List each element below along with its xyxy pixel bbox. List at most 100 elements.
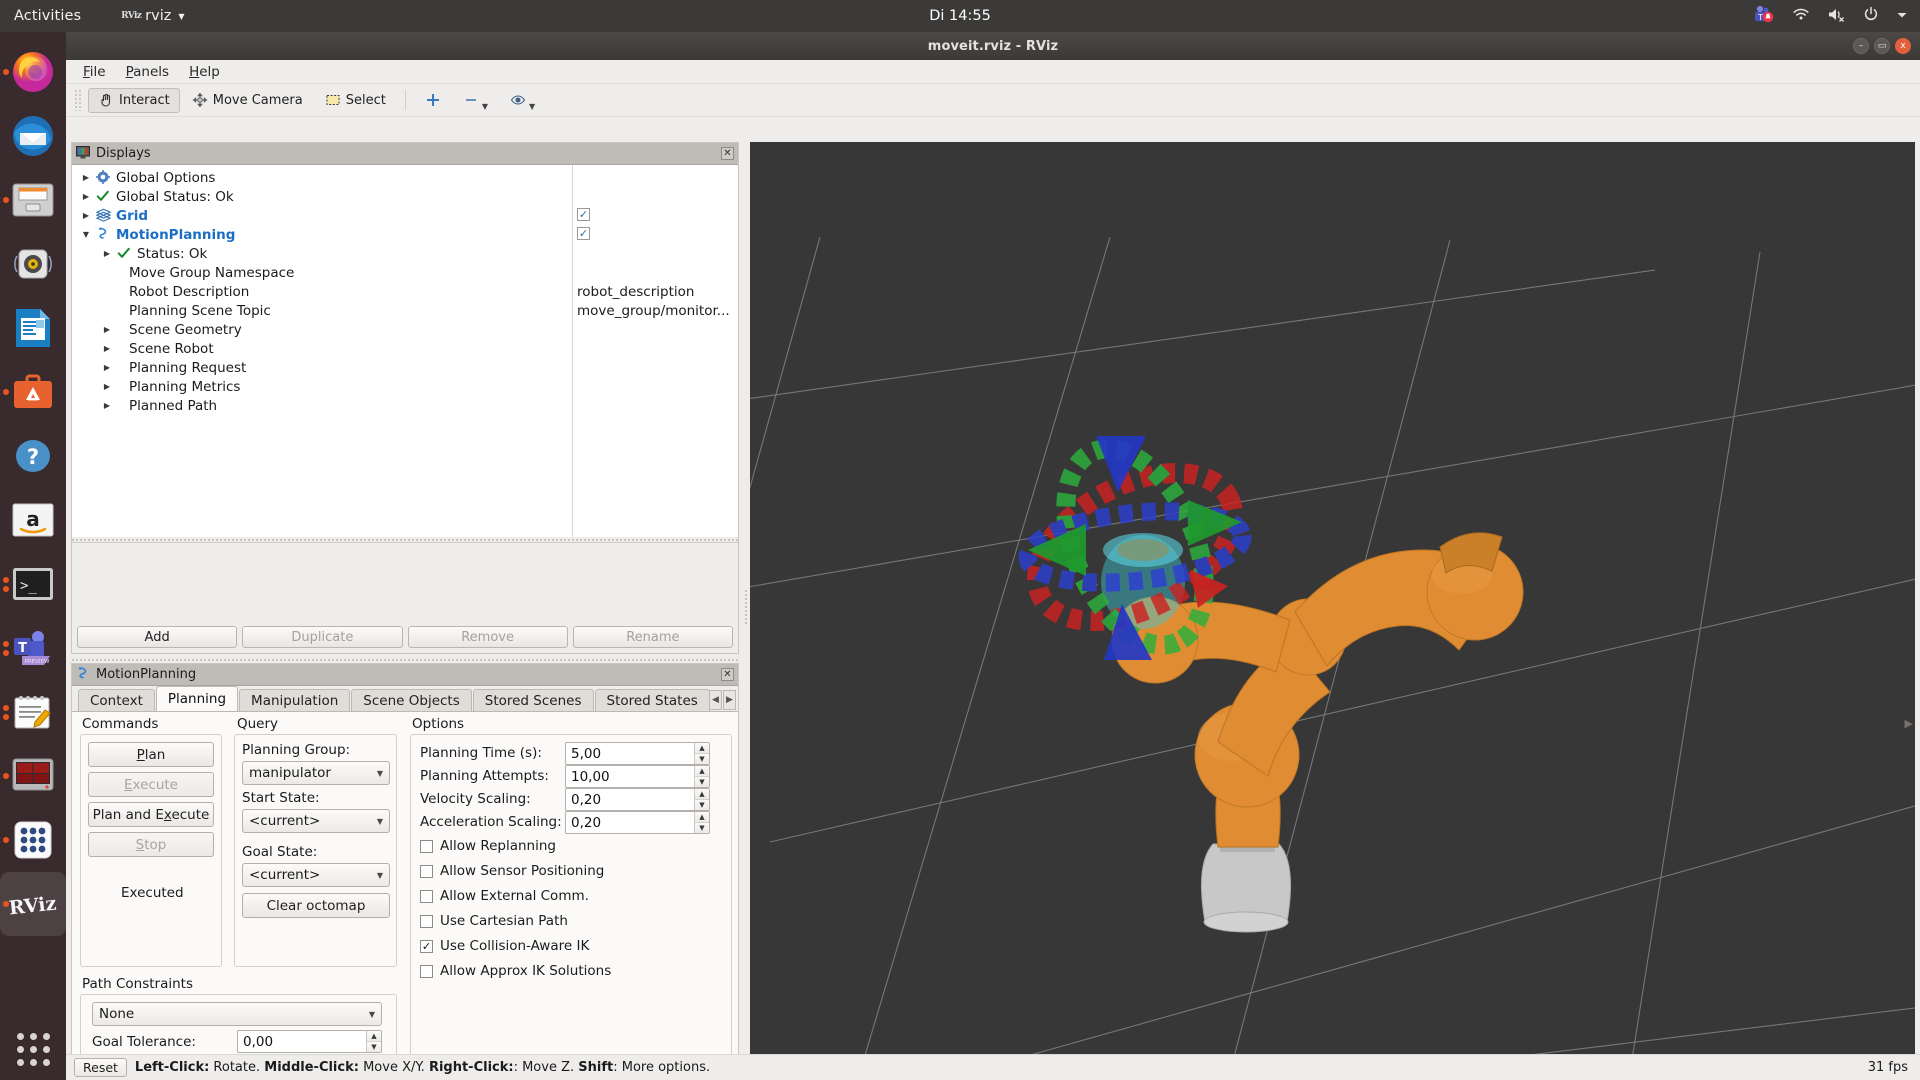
close-icon[interactable]: ✕ [721,147,734,160]
tab-scroll-prev[interactable]: ◀ [709,690,722,710]
display-tree-row[interactable]: Global Status: Ok [72,187,738,206]
spinner-up-icon[interactable]: ▲ [695,766,709,777]
option-checkbox[interactable]: Allow Approx IK Solutions [420,963,611,979]
menu-help[interactable]: Help [180,62,229,82]
spinner-down-icon[interactable]: ▼ [695,823,709,833]
spinner-buttons[interactable]: ▲ ▼ [694,766,709,787]
tool-focus[interactable]: ▼ [500,88,545,113]
chevron-right-icon[interactable] [101,325,113,334]
stop-button[interactable]: Stop [88,832,214,857]
spinner-down-icon[interactable]: ▼ [695,777,709,787]
plan-button[interactable]: Plan [88,742,214,767]
chevron-right-icon[interactable] [101,401,113,410]
tab-context[interactable]: Context [78,689,155,711]
dock-item-teams[interactable]: T PREVIEW [0,616,66,680]
clock[interactable]: Di 14:55 [929,8,991,24]
volume-muted-icon[interactable] [1827,7,1846,26]
display-enabled-checkbox[interactable] [577,227,590,240]
display-tree-row[interactable]: Global Options [72,168,738,187]
spinner-down-icon[interactable]: ▼ [695,800,709,810]
menu-file[interactable]: File [74,62,115,82]
teams-notification-icon[interactable]: T [1753,5,1775,27]
chevron-down-icon[interactable]: ▼ [529,102,535,112]
duplicate-display-button[interactable]: Duplicate [242,626,403,648]
chevron-right-icon[interactable] [80,211,92,220]
app-menu[interactable]: RViz rviz ▼ [121,8,184,24]
display-tree-value[interactable]: robot_description [577,284,694,300]
dock-item-help[interactable]: ? [0,424,66,488]
display-tree-row[interactable]: Scene Geometry [72,320,738,339]
tab-stored-states[interactable]: Stored States [594,689,710,711]
option-checkbox[interactable]: Allow Replanning [420,838,556,854]
chevron-down-icon[interactable]: ▼ [482,102,488,112]
chevron-right-icon[interactable] [80,173,92,182]
start-state-select[interactable]: <current> ▼ [242,809,390,833]
power-icon[interactable] [1863,6,1879,26]
tab-scroll-next[interactable]: ▶ [723,690,736,710]
option-checkbox[interactable]: Allow Sensor Positioning [420,863,604,879]
display-tree-row[interactable]: Scene Robot [72,339,738,358]
dock-item-rhythmbox[interactable] [0,232,66,296]
rename-display-button[interactable]: Rename [572,626,733,648]
close-button[interactable]: x [1895,38,1911,54]
tool-interact[interactable]: Interact [88,87,180,113]
collapse-right-arrow[interactable]: ▶ [1905,717,1913,730]
dock-item-gazebo[interactable] [0,744,66,808]
chevron-right-icon[interactable] [101,249,113,258]
display-tree-value[interactable]: move_group/monitor... [577,303,730,319]
dock-item-rviz[interactable]: RViz [0,872,66,936]
tab-planning[interactable]: Planning [155,686,239,711]
display-tree-row[interactable]: Status: Ok [72,244,738,263]
display-tree-row[interactable]: Planning Metrics [72,377,738,396]
tool-remove[interactable]: ▼ [453,88,498,113]
display-tree-row[interactable]: Robot Description robot_description [72,282,738,301]
display-tree-row[interactable]: Planning Request [72,358,738,377]
spinner-buttons[interactable]: ▲ ▼ [366,1031,381,1052]
spinner-up-icon[interactable]: ▲ [367,1031,381,1042]
chevron-right-icon[interactable] [80,192,92,201]
chevron-right-icon[interactable] [101,344,113,353]
displays-tree[interactable]: Global Options Global Status: Ok Grid Motio… [72,165,738,537]
close-icon[interactable]: ✕ [721,668,734,681]
goal-tolerance-input[interactable]: 0,00 ▲ ▼ [237,1030,382,1053]
tool-add[interactable] [415,88,451,113]
spinner-up-icon[interactable]: ▲ [695,789,709,800]
plan-and-execute-button[interactable]: Plan and Execute [88,802,214,827]
option-spinbox[interactable]: 5,00 ▲ ▼ [565,742,710,765]
option-checkbox[interactable]: Allow External Comm. [420,888,589,904]
chevron-down-icon[interactable] [80,230,92,239]
spinner-down-icon[interactable]: ▼ [695,754,709,764]
display-tree-row[interactable]: Planning Scene Topic move_group/monitor..… [72,301,738,320]
dock-item-firefox[interactable] [0,40,66,104]
dock-item-ubuntu-software[interactable] [0,360,66,424]
spinner-buttons[interactable]: ▲ ▼ [694,812,709,833]
dock-item-files[interactable] [0,168,66,232]
activities-button[interactable]: Activities [14,8,81,24]
option-spinbox[interactable]: 0,20 ▲ ▼ [565,811,710,834]
planning-group-select[interactable]: manipulator ▼ [242,761,390,785]
remove-display-button[interactable]: Remove [407,626,568,648]
spinner-buttons[interactable]: ▲ ▼ [694,789,709,810]
chevron-down-icon[interactable] [1896,8,1908,24]
3d-render-view[interactable]: ▶ [750,142,1915,1072]
spinner-up-icon[interactable]: ▲ [695,743,709,754]
toolbar-grip[interactable] [74,89,82,111]
goal-state-select[interactable]: <current> ▼ [242,863,390,887]
dock-item-rqt[interactable] [0,808,66,872]
path-constraints-select[interactable]: None ▼ [92,1002,382,1026]
chevron-right-icon[interactable] [101,363,113,372]
dock-item-libreoffice-writer[interactable] [0,296,66,360]
maximize-button[interactable]: ▭ [1874,38,1890,54]
dock-item-thunderbird[interactable] [0,104,66,168]
option-spinbox[interactable]: 10,00 ▲ ▼ [565,765,710,788]
reset-button[interactable]: Reset [74,1058,127,1077]
chevron-right-icon[interactable] [101,382,113,391]
tab-stored-scenes[interactable]: Stored Scenes [472,689,594,711]
show-applications-button[interactable] [0,1033,66,1066]
display-tree-row[interactable]: MotionPlanning [72,225,738,244]
spinner-down-icon[interactable]: ▼ [367,1042,381,1052]
viewport-splitter[interactable] [740,142,750,1072]
option-checkbox[interactable]: ✓ Use Collision-Aware IK [420,938,589,954]
menu-panels[interactable]: Panels [117,62,178,82]
tab-manipulation[interactable]: Manipulation [239,689,351,711]
